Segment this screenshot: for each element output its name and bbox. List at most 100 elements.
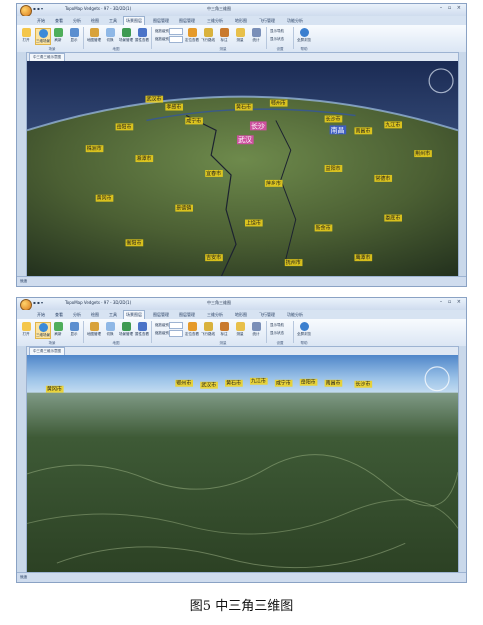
city-label[interactable]: 咸宁市 xyxy=(274,380,293,387)
display-button[interactable]: 显示 xyxy=(67,322,81,337)
quick-access-toolbar[interactable]: ▪ ▪ ▾ xyxy=(33,6,43,11)
tab-function[interactable]: 功能分析 xyxy=(285,311,305,319)
left-panel-strip[interactable] xyxy=(17,346,27,573)
attribute-button[interactable]: 属性查看 xyxy=(135,28,149,43)
tab-layer-manage-2[interactable]: 图层管理 xyxy=(177,311,197,319)
city-label[interactable]: 南昌市 xyxy=(324,380,343,387)
city-label[interactable]: 南昌市 xyxy=(354,127,373,134)
city-label[interactable]: 孝感市 xyxy=(165,104,184,111)
city-label[interactable]: 宜春市 xyxy=(205,170,223,177)
tab-3d-analysis[interactable]: 三维分析 xyxy=(205,17,225,25)
fullscreen-button[interactable]: 全屏浏览 xyxy=(297,322,311,337)
attribute-button[interactable]: 属性查看 xyxy=(135,322,149,337)
tab-start[interactable]: 开始 xyxy=(35,311,47,319)
map-manage-button[interactable]: 地图管理 xyxy=(87,322,101,337)
city-label[interactable]: 九江市 xyxy=(384,121,403,128)
refresh-button[interactable]: 刷新 xyxy=(51,322,65,337)
tab-function[interactable]: 功能分析 xyxy=(285,17,305,25)
annotate-button[interactable]: 标注 xyxy=(217,28,231,43)
city-label[interactable]: 黄石市 xyxy=(225,380,243,387)
tab-layer-manage[interactable]: 图层管理 xyxy=(151,17,171,25)
city-label[interactable]: 湘潭市 xyxy=(135,155,154,162)
left-panel-strip[interactable] xyxy=(17,52,27,277)
city-label[interactable]: 长沙市 xyxy=(354,381,373,388)
tab-view[interactable]: 查看 xyxy=(53,17,65,25)
city-label[interactable]: 常德市 xyxy=(374,175,393,182)
tab-flight[interactable]: 飞行管理 xyxy=(257,311,277,319)
window-controls[interactable]: – ▫ × xyxy=(440,5,463,11)
window-controls[interactable]: – ▫ × xyxy=(440,299,463,305)
show-nav-checkbox[interactable]: 显示导航 xyxy=(270,323,284,328)
tab-analysis[interactable]: 分析 xyxy=(71,17,83,25)
tab-layer-manage-2[interactable]: 图层管理 xyxy=(177,17,197,25)
tab-tools[interactable]: 工具 xyxy=(107,17,119,25)
display-button[interactable]: 显示 xyxy=(67,28,81,43)
tab-3d-analysis[interactable]: 三维分析 xyxy=(205,311,225,319)
map-manage-button[interactable]: 地图管理 xyxy=(87,28,101,43)
tab-view[interactable]: 查看 xyxy=(53,311,65,319)
city-label[interactable]: 株洲市 xyxy=(85,145,104,152)
locate-button[interactable]: 定位查看 xyxy=(185,322,199,337)
city-label[interactable]: 抚州市 xyxy=(284,259,303,266)
zoom-level-input-2[interactable] xyxy=(169,330,183,337)
open-button[interactable]: 打开 xyxy=(19,322,33,337)
show-status-checkbox[interactable]: 显示状态 xyxy=(270,331,284,336)
scene-3d-button[interactable]: 三维场景 xyxy=(35,322,51,339)
zoom-level-input[interactable] xyxy=(169,322,183,329)
zoom-level-input[interactable] xyxy=(169,28,183,35)
city-label[interactable]: 荆州市 xyxy=(414,150,432,157)
tab-analysis[interactable]: 分析 xyxy=(71,311,83,319)
show-nav-checkbox[interactable]: 显示导航 xyxy=(270,29,284,34)
tab-topo[interactable]: 地形图 xyxy=(233,17,249,25)
tab-draw[interactable]: 绘图 xyxy=(89,17,101,25)
right-panel-strip[interactable] xyxy=(458,52,466,277)
open-button[interactable]: 打开 xyxy=(19,28,33,43)
tab-start[interactable]: 开始 xyxy=(35,17,47,25)
locate-button[interactable]: 定位查看 xyxy=(185,28,199,43)
3d-viewport-oblique[interactable]: 黄冈市 鄂州市 武汉市 黄石市 九江市 咸宁市 岳阳市 南昌市 长沙市 xyxy=(27,355,458,573)
measure-button[interactable]: 测量 xyxy=(233,28,247,43)
tab-scene-layers[interactable]: 场景图层 xyxy=(123,16,145,25)
scene-manage-button[interactable]: 场景管理 xyxy=(119,28,133,43)
city-label[interactable]: 黄冈市 xyxy=(45,386,64,393)
city-label[interactable]: 咸宁市 xyxy=(185,117,203,124)
city-label[interactable]: 上饶市 xyxy=(244,219,263,226)
tab-topo[interactable]: 地形图 xyxy=(233,311,249,319)
city-label[interactable]: 武汉 xyxy=(237,135,254,144)
statistics-button[interactable]: 统计 xyxy=(249,28,263,43)
city-label[interactable]: 南昌 xyxy=(329,125,347,134)
tab-draw[interactable]: 绘图 xyxy=(89,311,101,319)
city-label[interactable]: 益阳市 xyxy=(324,165,343,172)
statistics-button[interactable]: 统计 xyxy=(249,322,263,337)
city-label[interactable]: 景德镇 xyxy=(175,205,193,212)
city-label[interactable]: 岳阳市 xyxy=(299,379,318,386)
3d-viewport-overview[interactable]: 武汉市 咸宁市 黄石市 鄂州市 孝感市 长沙市 南昌市 九江市 岳阳市 株洲市 湘潭市 宜春市 萍乡市 益… xyxy=(27,61,458,277)
tab-tools[interactable]: 工具 xyxy=(107,311,119,319)
scene-manage-button[interactable]: 场景管理 xyxy=(119,322,133,337)
scene-3d-button[interactable]: 三维场景 xyxy=(35,28,51,45)
city-label[interactable]: 衡阳市 xyxy=(125,239,144,246)
city-label[interactable]: 黄石市 xyxy=(235,104,253,111)
tab-scene-layers[interactable]: 场景图层 xyxy=(123,310,145,319)
tab-flight[interactable]: 飞行管理 xyxy=(257,17,277,25)
city-label[interactable]: 黄冈市 xyxy=(95,195,114,202)
flight-route-button[interactable]: 飞行路线 xyxy=(201,28,215,43)
city-label[interactable]: 鄂州市 xyxy=(175,380,193,387)
city-label[interactable]: 吉安市 xyxy=(205,254,223,261)
city-label[interactable]: 岳阳市 xyxy=(115,123,134,130)
city-label[interactable]: 武汉市 xyxy=(145,96,164,103)
zoom-level-input-2[interactable] xyxy=(169,36,183,43)
city-label[interactable]: 九江市 xyxy=(249,378,268,385)
city-label[interactable]: 鹰潭市 xyxy=(354,254,373,261)
city-label[interactable]: 长沙 xyxy=(249,121,267,130)
city-label[interactable]: 鄂州市 xyxy=(269,100,288,107)
city-label[interactable]: 长沙市 xyxy=(324,115,343,122)
tab-layer-manage[interactable]: 图层管理 xyxy=(151,311,171,319)
switch-button[interactable]: 切换 xyxy=(103,28,117,43)
right-panel-strip[interactable] xyxy=(458,346,466,573)
refresh-button[interactable]: 刷新 xyxy=(51,28,65,43)
city-label[interactable]: 武汉市 xyxy=(200,382,218,389)
quick-access-toolbar[interactable]: ▪ ▪ ▾ xyxy=(33,300,43,305)
flight-route-button[interactable]: 飞行路线 xyxy=(201,322,215,337)
annotate-button[interactable]: 标注 xyxy=(217,322,231,337)
